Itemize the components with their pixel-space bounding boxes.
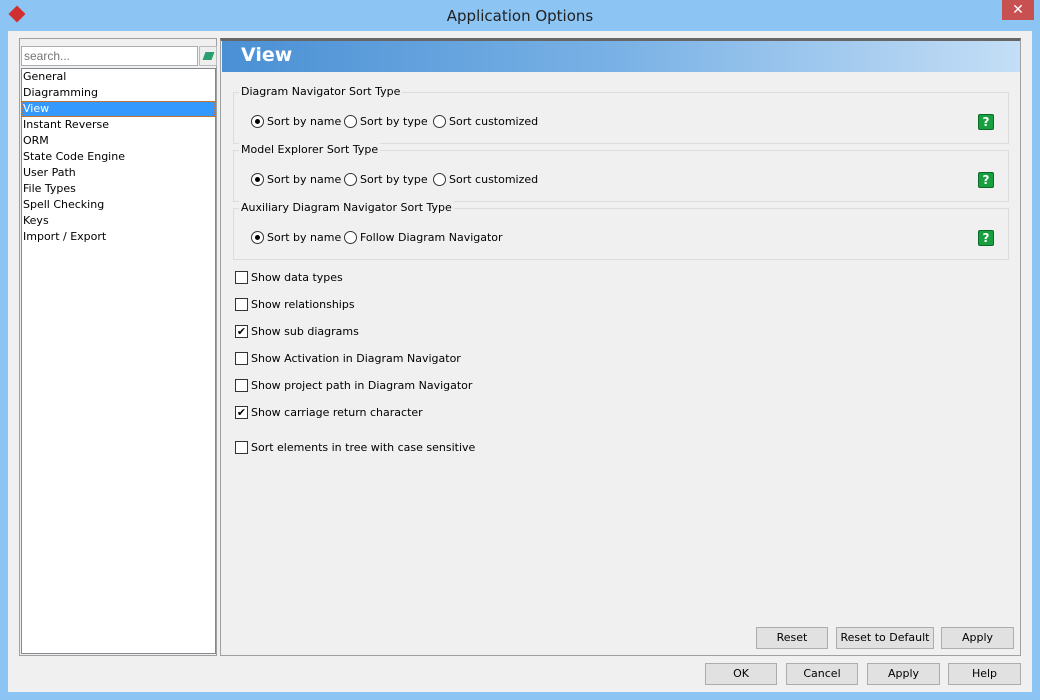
sidebar-item-state-code-engine[interactable]: State Code Engine [22,149,215,165]
sidebar-item-keys[interactable]: Keys [22,213,215,229]
category-list: General Diagramming View Instant Reverse… [21,68,216,654]
sidebar-item-user-path[interactable]: User Path [22,165,215,181]
checkbox-label: Show Activation in Diagram Navigator [251,352,461,365]
page-header: View [222,41,1020,72]
checkbox-label: Show sub diagrams [251,325,359,338]
radio-sort-customized[interactable]: Sort customized [433,115,538,128]
checkbox [235,271,248,284]
reset-to-default-button[interactable]: Reset to Default [836,627,934,649]
radio-label: Sort customized [449,173,539,186]
model-explorer-sort-group: Model Explorer Sort Type Sort by name So… [233,143,1009,202]
sidebar-item-instant-reverse[interactable]: Instant Reverse [22,117,215,133]
sidebar-item-diagramming[interactable]: Diagramming [22,85,215,101]
checkbox [235,298,248,311]
close-button[interactable]: ✕ [1002,0,1034,20]
radio-label: Sort by name [267,173,342,186]
radio-sort-customized[interactable]: Sort customized [433,173,538,186]
group-label: Diagram Navigator Sort Type [239,85,403,98]
group-label: Model Explorer Sort Type [239,143,381,156]
help-icon[interactable]: ? [978,172,994,188]
radio-label: Sort by name [267,115,342,128]
radio-label: Follow Diagram Navigator [360,231,503,244]
checkbox-show-data-types[interactable]: Show data types [235,271,343,284]
help-icon[interactable]: ? [978,230,994,246]
radio-button [344,173,357,186]
checkbox [235,352,248,365]
radio-follow-diagram-navigator[interactable]: Follow Diagram Navigator [344,231,503,244]
checkbox-show-sub-diagrams[interactable]: ✔ Show sub diagrams [235,325,359,338]
checkmark-icon: ✔ [235,406,248,419]
radio-sort-by-type[interactable]: Sort by type [344,173,428,186]
radio-label: Sort customized [449,115,539,128]
checkbox-show-activation[interactable]: Show Activation in Diagram Navigator [235,352,461,365]
checkbox-show-carriage-return[interactable]: ✔ Show carriage return character [235,406,423,419]
checkbox-label: Sort elements in tree with case sensitiv… [251,441,476,454]
title-bar: Application Options ✕ [0,0,1040,31]
sidebar-item-general[interactable]: General [22,69,215,85]
checkbox-label: Show relationships [251,298,355,311]
checkbox-label: Show carriage return character [251,406,423,419]
checkbox [235,379,248,392]
checkbox-label: Show data types [251,271,343,284]
auxiliary-navigator-sort-group: Auxiliary Diagram Navigator Sort Type So… [233,201,1009,260]
sidebar-item-view[interactable]: View [22,101,215,117]
page-title: View [241,44,293,66]
radio-label: Sort by type [360,115,428,128]
radio-button [433,173,446,186]
window-title: Application Options [446,7,594,25]
radio-button [251,115,264,128]
reset-button[interactable]: Reset [756,627,828,649]
radio-sort-by-name[interactable]: Sort by name [251,173,341,186]
eraser-icon [202,52,215,60]
checkbox-label: Show project path in Diagram Navigator [251,379,473,392]
group-label: Auxiliary Diagram Navigator Sort Type [239,201,454,214]
help-icon[interactable]: ? [978,114,994,130]
search-input[interactable] [21,46,198,66]
radio-button [344,231,357,244]
sidebar-item-import-export[interactable]: Import / Export [22,229,215,245]
radio-label: Sort by type [360,173,428,186]
radio-button [344,115,357,128]
apply-button[interactable]: Apply [867,663,940,685]
radio-button [433,115,446,128]
checkbox-sort-case-sensitive[interactable]: Sort elements in tree with case sensitiv… [235,441,475,454]
cancel-button[interactable]: Cancel [786,663,858,685]
radio-sort-by-name[interactable]: Sort by name [251,115,341,128]
radio-sort-by-name[interactable]: Sort by name [251,231,341,244]
sidebar-item-orm[interactable]: ORM [22,133,215,149]
checkmark-icon: ✔ [235,325,248,338]
radio-label: Sort by name [267,231,342,244]
radio-sort-by-type[interactable]: Sort by type [344,115,428,128]
apply-page-button[interactable]: Apply [941,627,1014,649]
diagram-navigator-sort-group: Diagram Navigator Sort Type Sort by name… [233,85,1009,144]
checkbox-show-relationships[interactable]: Show relationships [235,298,355,311]
clear-search-button[interactable] [199,46,217,66]
radio-button [251,231,264,244]
sidebar-item-file-types[interactable]: File Types [22,181,215,197]
checkbox [235,441,248,454]
radio-button [251,173,264,186]
help-button[interactable]: Help [948,663,1021,685]
ok-button[interactable]: OK [705,663,777,685]
sidebar-item-spell-checking[interactable]: Spell Checking [22,197,215,213]
checkbox-show-project-path[interactable]: Show project path in Diagram Navigator [235,379,472,392]
